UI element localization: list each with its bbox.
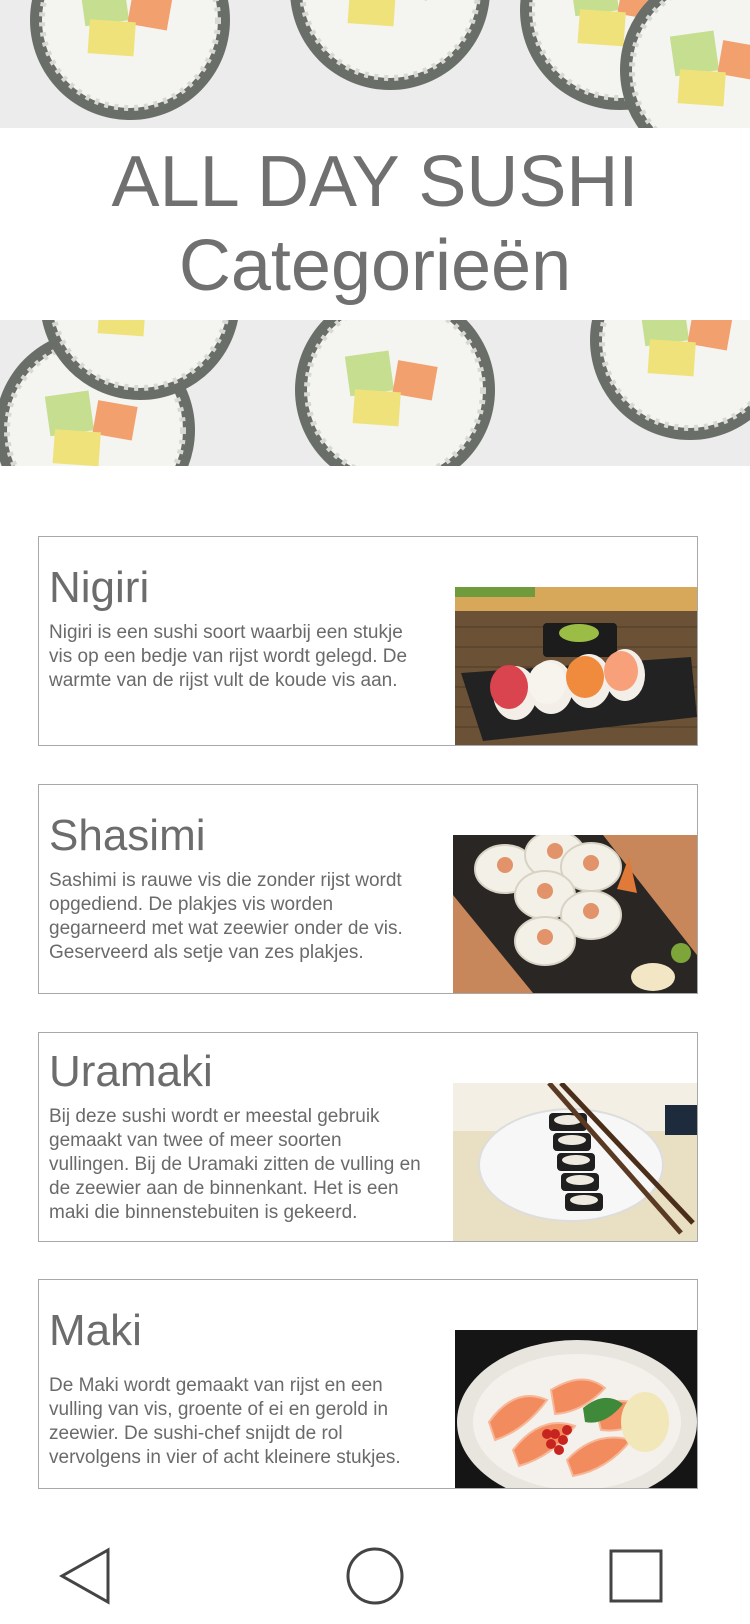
sashimi-photo — [453, 835, 697, 993]
category-description: Sashimi is rauwe vis die zonder rijst wo… — [49, 870, 403, 963]
nigiri-photo — [455, 587, 697, 745]
category-description: De Maki wordt gemaakt van rijst en een v… — [49, 1375, 401, 1468]
category-title: Nigiri — [49, 563, 150, 612]
back-triangle-icon[interactable] — [48, 1540, 120, 1612]
uramaki-photo — [453, 1083, 697, 1241]
home-circle-icon[interactable] — [339, 1540, 411, 1612]
category-card-uramaki[interactable]: Uramaki Bij deze sushi wordt er meestal … — [38, 1032, 698, 1242]
maki-photo — [455, 1330, 697, 1488]
category-description: Bij deze sushi wordt er meestal gebruik … — [49, 1106, 421, 1223]
category-card-nigiri[interactable]: Nigiri Nigiri is een sushi soort waarbij… — [38, 536, 698, 746]
recents-square-icon[interactable] — [600, 1540, 672, 1612]
system-navigation-bar — [0, 1530, 750, 1624]
category-description: Nigiri is een sushi soort waarbij een st… — [49, 622, 408, 691]
category-card-maki[interactable]: Maki De Maki wordt gemaakt van rijst en … — [38, 1279, 698, 1489]
category-title: Shasimi — [49, 811, 206, 860]
category-title: Uramaki — [49, 1047, 213, 1096]
page-subtitle: Categorieën — [178, 226, 572, 306]
category-title: Maki — [49, 1306, 142, 1355]
hero-banner: ALL DAY SUSHI Categorieën — [0, 0, 750, 466]
category-card-shasimi[interactable]: Shasimi Sashimi is rauwe vis die zonder … — [38, 784, 698, 994]
app-title: ALL DAY SUSHI — [111, 142, 639, 222]
